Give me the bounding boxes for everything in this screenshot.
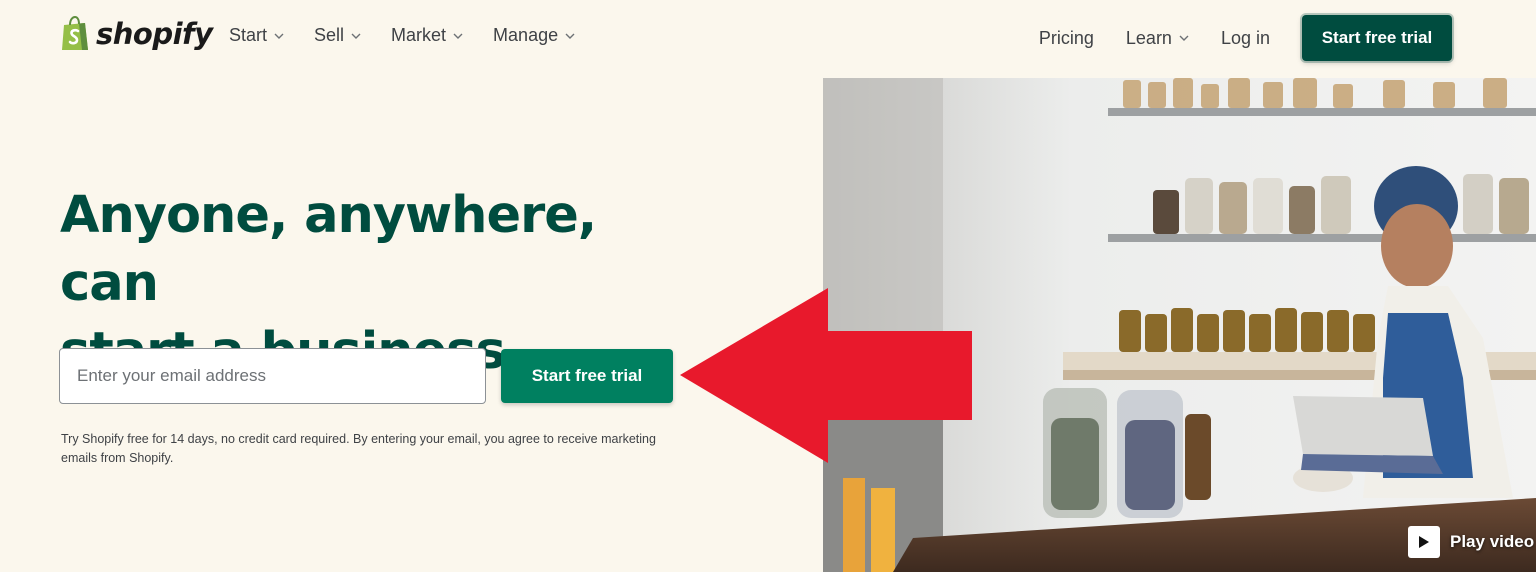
nav-learn[interactable]: Learn <box>1126 28 1189 49</box>
secondary-nav: Pricing Learn Log in Start free trial <box>1039 15 1452 61</box>
nav-manage-label: Manage <box>493 25 559 45</box>
headline-line-1: Anyone, anywhere, can <box>60 186 597 313</box>
play-video-label: Play video <box>1450 532 1535 551</box>
chevron-down-icon <box>274 33 284 39</box>
shopping-bag-icon <box>62 16 88 50</box>
nav-start[interactable]: Start <box>229 25 284 46</box>
chevron-down-icon <box>1179 35 1189 41</box>
nav-pricing-label: Pricing <box>1038 27 1094 48</box>
header-start-trial-button[interactable]: Start free trial <box>1302 15 1452 61</box>
nav-manage[interactable]: Manage <box>493 25 575 46</box>
nav-login-label: Log in <box>1220 27 1270 48</box>
nav-market-label: Market <box>391 25 447 45</box>
nav-start-label: Start <box>229 25 268 45</box>
trial-disclaimer: Try Shopify free for 14 days, no credit … <box>61 432 656 465</box>
nav-market[interactable]: Market <box>391 25 463 46</box>
shopify-logo[interactable]: shopify <box>60 16 213 52</box>
chevron-down-icon <box>453 33 463 39</box>
nav-pricing[interactable]: Pricing <box>1039 28 1094 49</box>
logo-wordmark: shopify <box>96 17 213 51</box>
nav-login[interactable]: Log in <box>1221 28 1270 49</box>
nav-sell[interactable]: Sell <box>314 25 361 46</box>
chevron-down-icon <box>351 33 361 39</box>
email-input[interactable] <box>59 348 486 404</box>
play-video-button[interactable]: Play video <box>1408 526 1534 558</box>
play-icon <box>1408 526 1440 558</box>
chevron-down-icon <box>565 33 575 39</box>
nav-learn-label: Learn <box>1125 27 1172 48</box>
site-header: shopify Start Sell Market Manage Pricing… <box>0 0 1536 76</box>
red-arrow-annotation <box>680 288 972 463</box>
primary-nav: Start Sell Market Manage <box>229 25 605 46</box>
start-free-trial-button[interactable]: Start free trial <box>501 349 673 403</box>
nav-sell-label: Sell <box>314 25 345 45</box>
